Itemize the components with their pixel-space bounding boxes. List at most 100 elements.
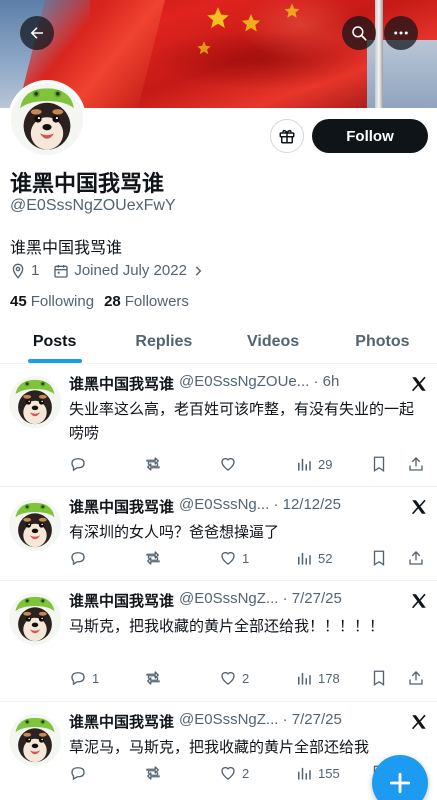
x-logo-icon: [412, 376, 426, 392]
post-item[interactable]: 谁黑中国我骂谁 @E0SssNgZOUe... · 6h 失业率这么高，老百姓可该咋…: [0, 364, 437, 487]
tab-replies[interactable]: Replies: [109, 320, 218, 363]
post-author-name[interactable]: 谁黑中国我骂谁: [69, 373, 174, 394]
post-item[interactable]: 谁黑中国我骂谁 @E0SssNgZ... · 7/27/25 马斯克，把我收藏的黄片…: [0, 581, 437, 702]
follow-stats: 45 Following 28 Followers: [10, 293, 199, 310]
post-text: 马斯克，把我收藏的黄片全部还给我！！！！！: [69, 617, 385, 635]
post-avatar[interactable]: [9, 714, 61, 766]
views-button[interactable]: 178: [295, 669, 340, 687]
flag-star-icon: [284, 3, 300, 18]
chevron-right-icon: [195, 265, 202, 276]
flag-star-icon: [197, 41, 211, 55]
views-count: 52: [318, 550, 333, 566]
like-button[interactable]: 1: [219, 549, 249, 567]
search-button[interactable]: [342, 16, 376, 50]
share-button[interactable]: [407, 669, 425, 687]
views-count: 178: [318, 670, 340, 686]
x-logo-icon: [412, 499, 426, 515]
like-count: 2: [242, 670, 250, 686]
reply-button[interactable]: [69, 549, 92, 567]
followers-label[interactable]: Followers: [125, 293, 189, 310]
more-options-button[interactable]: [384, 16, 418, 50]
location-text: 1: [31, 262, 40, 279]
profile-handle: @E0SssNgZOUexFwY: [10, 197, 176, 214]
retweet-button[interactable]: [144, 455, 167, 473]
views-button[interactable]: 155: [295, 764, 340, 782]
follow-button[interactable]: Follow: [312, 119, 428, 153]
tab-posts[interactable]: Posts: [0, 320, 109, 363]
like-button[interactable]: [219, 455, 242, 473]
following-label[interactable]: Following: [31, 293, 94, 310]
post-header: 谁黑中国我骂谁 @E0SssNg... · 12/12/25: [69, 496, 409, 517]
like-button[interactable]: 2: [219, 669, 249, 687]
views-icon: [298, 552, 311, 565]
post-actions: 1 52: [69, 548, 429, 568]
heart-icon: [221, 766, 235, 780]
location-item: 1: [10, 262, 39, 279]
post-text: 失业率这么高，老百姓可该咋整，有没有失业的一起唠唠: [69, 400, 415, 442]
post-avatar[interactable]: [9, 593, 61, 645]
post-header: 谁黑中国我骂谁 @E0SssNgZ... · 7/27/25: [69, 711, 409, 732]
post-avatar[interactable]: [9, 499, 61, 551]
reply-icon: [71, 552, 85, 566]
post-handle-time: @E0SssNgZ... · 7/27/25: [179, 711, 342, 728]
like-count: 2: [242, 765, 250, 781]
post-author-name[interactable]: 谁黑中国我骂谁: [69, 711, 174, 732]
like-button[interactable]: 2: [219, 764, 249, 782]
reply-button[interactable]: 1: [69, 669, 99, 687]
reply-button[interactable]: [69, 455, 92, 473]
post-handle-time: @E0SssNgZOUe... · 6h: [179, 373, 340, 390]
share-icon: [409, 457, 423, 471]
x-logo-icon: [412, 714, 426, 730]
share-button[interactable]: [407, 455, 425, 473]
following-count[interactable]: 45: [10, 293, 27, 310]
bookmark-button[interactable]: [370, 549, 388, 567]
dog-avatar-image: [9, 376, 61, 428]
retweet-icon: [146, 457, 160, 471]
reply-button[interactable]: [69, 764, 92, 782]
views-icon: [298, 458, 311, 471]
reply-count: 1: [92, 670, 100, 686]
back-button[interactable]: [20, 16, 54, 50]
post-handle-time: @E0SssNg... · 12/12/25: [179, 496, 341, 513]
share-button[interactable]: [407, 549, 425, 567]
views-count: 155: [318, 765, 340, 781]
gift-button[interactable]: [270, 119, 304, 153]
share-icon: [409, 551, 423, 565]
post-text: 草泥马，马斯克，把我收藏的黄片全部还给我: [69, 738, 370, 756]
profile-tabs: Posts Replies Videos Photos: [0, 320, 437, 364]
dog-avatar-image: [9, 714, 61, 766]
x-logo-icon: [412, 593, 426, 609]
retweet-icon: [146, 551, 160, 565]
tab-photos[interactable]: Photos: [328, 320, 437, 363]
tab-videos[interactable]: Videos: [219, 320, 328, 363]
heart-icon: [221, 671, 235, 685]
post-author-name[interactable]: 谁黑中国我骂谁: [69, 590, 174, 611]
retweet-button[interactable]: [144, 549, 167, 567]
bookmark-icon: [373, 550, 385, 567]
joined-item[interactable]: Joined July 2022: [53, 262, 210, 279]
post-avatar[interactable]: [9, 376, 61, 428]
profile-avatar[interactable]: [8, 80, 86, 158]
bookmark-button[interactable]: [370, 669, 388, 687]
retweet-button[interactable]: [144, 669, 167, 687]
post-header: 谁黑中国我骂谁 @E0SssNgZ... · 7/27/25: [69, 590, 409, 611]
flag-star-icon: [207, 7, 229, 28]
views-icon: [298, 767, 311, 780]
reply-icon: [71, 672, 85, 686]
post-header: 谁黑中国我骂谁 @E0SssNgZOUe... · 6h: [69, 373, 409, 394]
views-button[interactable]: 29: [295, 455, 332, 473]
post-actions: 29: [69, 454, 429, 474]
followers-count[interactable]: 28: [104, 293, 121, 310]
reply-icon: [71, 458, 85, 472]
retweet-button[interactable]: [144, 764, 167, 782]
share-icon: [409, 671, 423, 685]
gift-icon: [279, 129, 295, 144]
bookmark-button[interactable]: [370, 455, 388, 473]
post-author-name[interactable]: 谁黑中国我骂谁: [69, 496, 174, 517]
bookmark-icon: [373, 670, 385, 687]
views-button[interactable]: 52: [295, 549, 332, 567]
post-item[interactable]: 谁黑中国我骂谁 @E0SssNg... · 12/12/25 有深圳的女人吗？爸爸想…: [0, 487, 437, 581]
joined-text: Joined July 2022: [74, 262, 187, 279]
views-count: 29: [318, 456, 333, 472]
display-name: 谁黑中国我骂谁: [10, 172, 165, 197]
